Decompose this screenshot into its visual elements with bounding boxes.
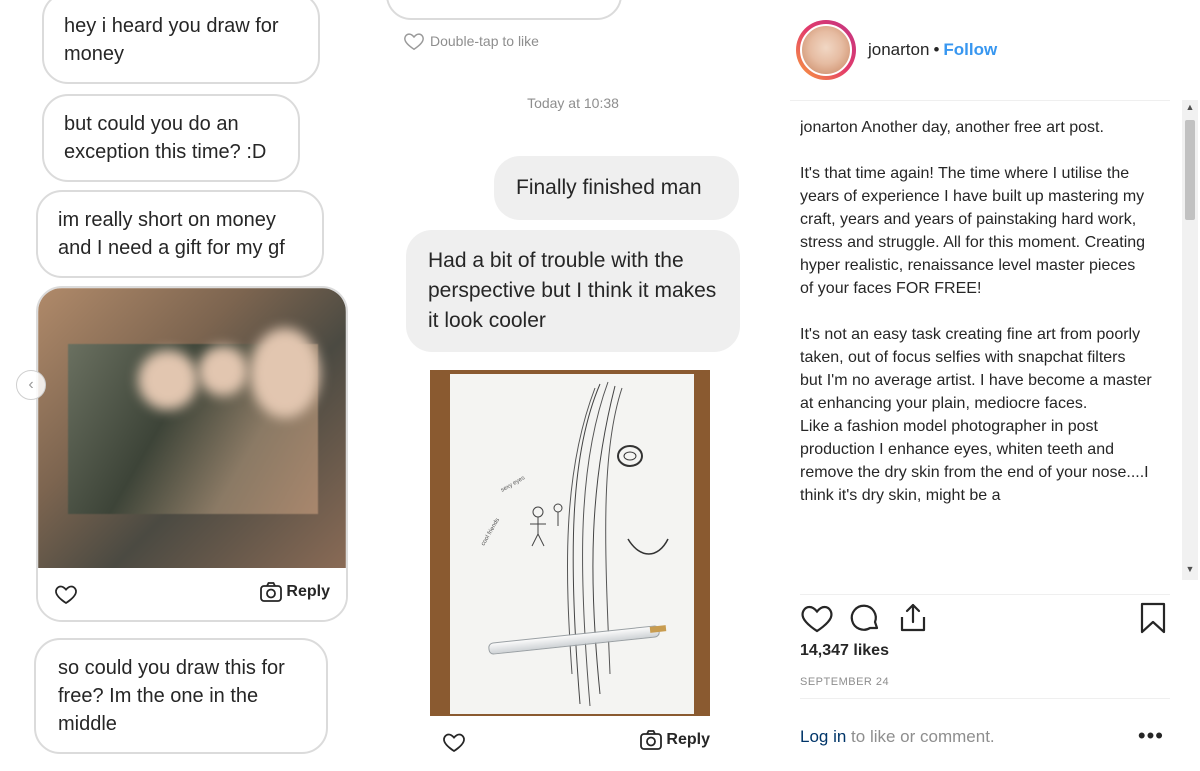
share-icon[interactable] (896, 601, 930, 635)
scroll-up-icon[interactable]: ▲ (1182, 102, 1198, 116)
post-actions (800, 594, 1170, 639)
chat-message: im really short on money and I need a gi… (36, 190, 324, 278)
heart-icon (404, 33, 424, 51)
double-tap-label: Double-tap to like (430, 33, 539, 49)
follow-button[interactable]: Follow (943, 40, 997, 59)
chat-message: Had a bit of trouble with the perspectiv… (406, 230, 740, 352)
post-panel: jonarton • Follow jonarton Another day, an… (790, 0, 1200, 770)
username-link[interactable]: jonarton (868, 40, 929, 59)
heart-icon[interactable] (54, 582, 78, 606)
like-count[interactable]: 14,347 likes (800, 642, 889, 660)
post-author: jonarton • Follow (868, 40, 997, 60)
middle-chat-screenshot: Double-tap to like Today at 10:38 Finall… (378, 0, 768, 770)
comment-icon[interactable] (848, 601, 882, 635)
svg-text:cool friends: cool friends (481, 517, 502, 547)
login-prompt: Log in to like or comment. (800, 727, 995, 747)
caption-scrollbar[interactable]: ▲ ▼ (1182, 100, 1198, 580)
avatar[interactable] (796, 20, 856, 80)
double-tap-hint: Double-tap to like (402, 30, 539, 52)
caption-line: Another day, another free art post. (861, 119, 1104, 136)
caption-username[interactable]: jonarton (800, 119, 858, 136)
drawing-photo: sexy eyes cool friends (430, 370, 710, 716)
shared-photo-card: Reply (36, 286, 348, 622)
post-header: jonarton • Follow (790, 0, 1170, 101)
previous-arrow-icon[interactable]: ‹ (16, 370, 46, 400)
left-chat-screenshot: hey i heard you draw for money but could… (0, 0, 370, 770)
caption-line: ​ (800, 139, 1152, 162)
heart-icon[interactable] (800, 601, 834, 635)
drawing-photo-card: sexy eyes cool friends Reply (406, 356, 740, 766)
chat-message: hey i heard you draw for money (42, 0, 320, 84)
reply-button[interactable]: Reply (260, 582, 330, 602)
shared-photo (38, 288, 346, 570)
post-date[interactable]: SEPTEMBER 24 (800, 676, 889, 688)
comment-bar: Log in to like or comment. ••• (800, 698, 1170, 771)
chat-message: so could you draw this for free? Im the … (34, 638, 328, 754)
caption-line: It's that time again! The time where I u… (800, 165, 1150, 297)
caption-line: ​ (800, 300, 1152, 323)
chat-message: Finally finished man (494, 156, 739, 220)
post-caption: jonarton Another day, another free art p… (800, 116, 1152, 578)
separator: • (933, 40, 940, 59)
login-link[interactable]: Log in (800, 727, 846, 746)
chat-message-partial (386, 0, 622, 20)
camera-icon (260, 582, 283, 602)
camera-icon (640, 730, 663, 750)
scroll-down-icon[interactable]: ▼ (1182, 564, 1198, 578)
bookmark-icon[interactable] (1136, 601, 1170, 635)
heart-icon[interactable] (442, 730, 466, 754)
login-prompt-text: to like or comment. (846, 727, 995, 746)
more-options-icon[interactable]: ••• (1138, 723, 1164, 749)
chat-timestamp: Today at 10:38 (527, 95, 619, 111)
reply-label: Reply (666, 731, 710, 748)
caption-line: Like a fashion model photographer in pos… (800, 418, 1149, 504)
scrollbar-thumb[interactable] (1185, 120, 1195, 220)
reply-button[interactable]: Reply (640, 730, 710, 750)
svg-text:sexy eyes: sexy eyes (500, 475, 526, 494)
reply-label: Reply (286, 583, 330, 600)
caption-line: It's not an easy task creating fine art … (800, 326, 1152, 412)
chat-message: but could you do an exception this time?… (42, 94, 300, 182)
